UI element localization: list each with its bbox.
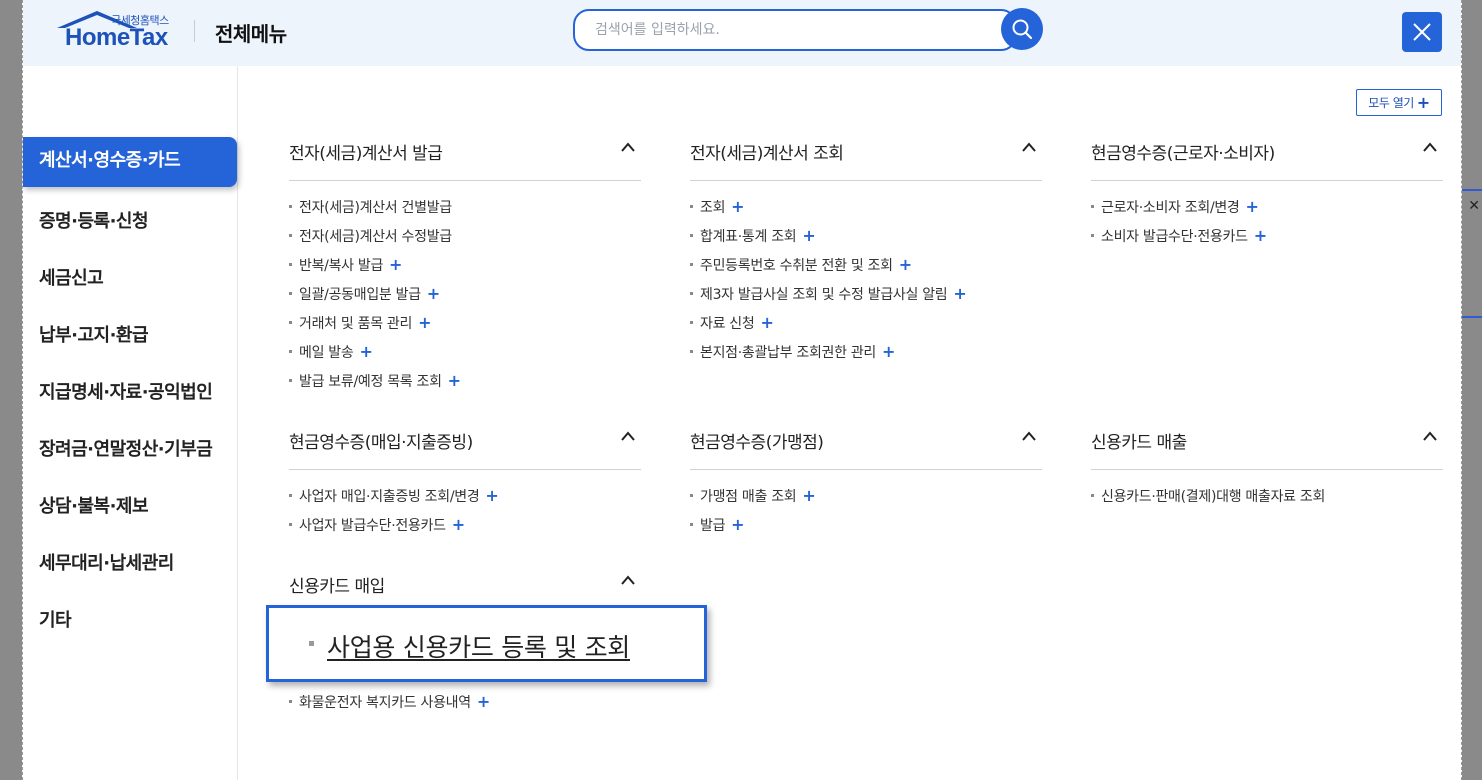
section-header[interactable]: 전자(세금)계산서 발급 [289, 136, 641, 181]
full-menu-modal: 국세청홈택스 HomeTax 전체메뉴 모두 열기 + 계산서·영수증·카드 증… [22, 0, 1462, 780]
chevron-up-icon [1423, 431, 1437, 441]
menu-item[interactable]: 자료 신청 + [690, 313, 1042, 342]
open-all-label: 모두 열기 [1368, 96, 1414, 110]
menu-item[interactable]: 조회 + [690, 197, 1042, 226]
menu-item[interactable]: 사업자 매입·지출증빙 조회/변경 + [289, 486, 641, 515]
page-title: 전체메뉴 [215, 22, 287, 46]
sidebar-item-etc[interactable]: 기타 [39, 606, 72, 632]
hometax-logo[interactable]: 국세청홈택스 HomeTax [53, 10, 173, 52]
search-input[interactable] [595, 22, 995, 38]
chevron-up-icon [621, 142, 635, 152]
sidebar-item-agent[interactable]: 세무대리·납세관리 [39, 549, 174, 575]
menu-section: 현금영수증(근로자·소비자) 근로자·소비자 조회/변경 + 소비자 발급수단·전… [1091, 136, 1443, 255]
menu-item[interactable]: 가맹점 매출 조회 + [690, 486, 1042, 515]
sidebar-item-tax-return[interactable]: 세금신고 [39, 264, 104, 290]
section-title: 전자(세금)계산서 발급 [289, 144, 443, 164]
menu-item[interactable]: 본지점·총괄납부 조회권한 관리 + [690, 342, 1042, 371]
sidebar-item-certificate[interactable]: 증명·등록·신청 [39, 207, 149, 233]
section-header[interactable]: 현금영수증(가맹점) [690, 425, 1042, 470]
modal-header: 국세청홈택스 HomeTax 전체메뉴 [23, 0, 1461, 66]
menu-item[interactable]: 메일 발송 + [289, 342, 641, 371]
highlighted-menu-item[interactable]: 사업용 신용카드 등록 및 조회 [266, 605, 707, 682]
menu-item[interactable]: 합계표·통계 조회 + [690, 226, 1042, 255]
chevron-up-icon [1022, 431, 1036, 441]
section-header[interactable]: 현금영수증(매입·지출증빙) [289, 425, 641, 470]
logo-wordmark: HomeTax [65, 24, 168, 51]
plus-icon: + [389, 255, 403, 274]
sidebar-item-statements[interactable]: 지급명세·자료·공익법인 [39, 378, 213, 404]
menu-section: 현금영수증(매입·지출증빙) 사업자 매입·지출증빙 조회/변경 + 사업자 발급… [289, 425, 641, 544]
plus-icon: + [1253, 226, 1267, 245]
menu-section: 전자(세금)계산서 발급 전자(세금)계산서 건별발급 전자(세금)계산서 수정… [289, 136, 641, 400]
plus-icon: + [418, 313, 432, 332]
section-title: 현금영수증(근로자·소비자) [1091, 144, 1275, 164]
plus-icon: + [359, 342, 373, 361]
section-header[interactable]: 신용카드 매출 [1091, 425, 1443, 470]
plus-icon: + [1416, 92, 1430, 112]
section-header[interactable]: 현금영수증(근로자·소비자) [1091, 136, 1443, 181]
menu-item[interactable]: 발급 보류/예정 목록 조회 + [289, 371, 641, 400]
menu-item[interactable]: 사업자 발급수단·전용카드 + [289, 515, 641, 544]
chevron-up-icon [621, 575, 635, 585]
plus-icon: + [1245, 197, 1259, 216]
menu-item[interactable]: 일괄/공동매입분 발급 + [289, 284, 641, 313]
plus-icon: + [451, 515, 465, 534]
sidebar-item-incentive[interactable]: 장려금·연말정산·기부금 [39, 435, 213, 461]
section-header[interactable]: 신용카드 매입 [289, 569, 641, 605]
plus-icon: + [485, 486, 499, 505]
chevron-up-icon [621, 431, 635, 441]
section-title: 신용카드 매출 [1091, 433, 1187, 453]
sidebar-item-payment[interactable]: 납부·고지·환급 [39, 321, 149, 347]
plus-icon: + [953, 284, 967, 303]
plus-icon: + [802, 486, 816, 505]
close-button[interactable] [1402, 12, 1442, 52]
menu-item[interactable]: 거래처 및 품목 관리 + [289, 313, 641, 342]
menu-item[interactable]: 주민등록번호 수취분 전환 및 조회 + [690, 255, 1042, 284]
sidebar-item-consult[interactable]: 상담·불복·제보 [39, 492, 149, 518]
background-overlay-left [0, 0, 22, 780]
section-title: 전자(세금)계산서 조회 [690, 144, 844, 164]
business-credit-card-link[interactable]: 사업용 신용카드 등록 및 조회 [327, 628, 630, 664]
menu-item[interactable]: 반복/복사 발급 + [289, 255, 641, 284]
menu-item[interactable]: 제3자 발급사실 조회 및 수정 발급사실 알림 + [690, 284, 1042, 313]
plus-icon: + [476, 692, 490, 711]
menu-item[interactable]: 전자(세금)계산서 수정발급 [289, 226, 641, 255]
section-title: 현금영수증(가맹점) [690, 433, 824, 453]
menu-section: 전자(세금)계산서 조회 조회 + 합계표·통계 조회 + 주민등록번호 수취분 전… [690, 136, 1042, 371]
section-title: 현금영수증(매입·지출증빙) [289, 433, 473, 453]
menu-item[interactable]: 소비자 발급수단·전용카드 + [1091, 226, 1443, 255]
search-box [573, 9, 1017, 51]
menu-section: 현금영수증(가맹점) 가맹점 매출 조회 + 발급 + [690, 425, 1042, 544]
search-button[interactable] [1001, 8, 1043, 50]
plus-icon: + [882, 342, 896, 361]
background-close-icon: ✕ [1468, 198, 1480, 214]
section-title: 신용카드 매입 [289, 577, 385, 597]
bullet [309, 641, 314, 646]
plus-icon: + [731, 197, 745, 216]
menu-item[interactable]: 화물운전자 복지카드 사용내역 + [289, 692, 641, 721]
menu-item[interactable]: 발급 + [690, 515, 1042, 544]
sidebar-item-invoice-receipt-card[interactable]: 계산서·영수증·카드 [23, 137, 237, 187]
background-overlay-right [1460, 0, 1482, 780]
chevron-up-icon [1423, 142, 1437, 152]
section-header[interactable]: 전자(세금)계산서 조회 [690, 136, 1042, 181]
menu-item[interactable]: 전자(세금)계산서 건별발급 [289, 197, 641, 226]
plus-icon: + [731, 515, 745, 534]
close-icon [1413, 23, 1431, 41]
background-divider [1462, 189, 1482, 191]
search-icon [1012, 19, 1033, 40]
header-divider [194, 20, 195, 42]
background-divider [1462, 316, 1482, 318]
menu-item[interactable]: 신용카드·판매(결제)대행 매출자료 조회 [1091, 486, 1443, 515]
plus-icon: + [802, 226, 816, 245]
plus-icon: + [447, 371, 461, 390]
open-all-button[interactable]: 모두 열기 + [1356, 89, 1442, 116]
chevron-up-icon [1022, 142, 1036, 152]
menu-section: 신용카드 매출 신용카드·판매(결제)대행 매출자료 조회 [1091, 425, 1443, 515]
menu-item[interactable]: 근로자·소비자 조회/변경 + [1091, 197, 1443, 226]
plus-icon: + [426, 284, 440, 303]
category-sidebar: 계산서·영수증·카드 증명·등록·신청 세금신고 납부·고지·환급 지급명세·자… [23, 66, 238, 780]
plus-icon: + [760, 313, 774, 332]
plus-icon: + [898, 255, 912, 274]
